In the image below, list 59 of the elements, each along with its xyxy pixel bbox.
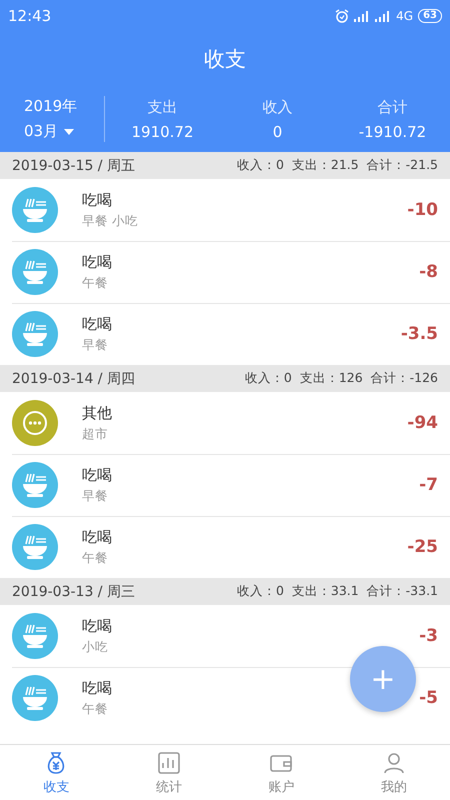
signal-icon — [375, 10, 392, 22]
day-date: 2019-03-14 / 周四 — [12, 370, 135, 388]
entry-amount: -5 — [419, 688, 438, 708]
entry-amount: -3.5 — [400, 324, 438, 344]
signal-icon — [354, 10, 370, 22]
summary-value: 1910.72 — [131, 122, 194, 140]
bowl-icon — [12, 524, 58, 570]
day-date: 2019-03-13 / 周三 — [12, 582, 135, 600]
entry-note: 小吃 — [82, 638, 108, 656]
category-name: 吃喝 — [82, 252, 112, 272]
nav-tab[interactable]: 收支 — [0, 745, 112, 800]
category-name: 其他 — [82, 404, 112, 422]
entry-note: 午餐 — [82, 700, 108, 718]
entry-amount: -7 — [419, 475, 438, 495]
entry-note: 午餐 — [82, 274, 108, 292]
summary-value: -1910.72 — [358, 122, 426, 140]
bowl-icon — [12, 249, 58, 295]
bowl-icon — [12, 187, 58, 233]
bowl-icon — [12, 311, 58, 357]
status-time: 12:43 — [8, 7, 52, 25]
month-label[interactable]: 03月 — [24, 122, 58, 141]
day-totals: 收入：0 支出：126 合计：-126 — [244, 370, 438, 387]
nav-tab[interactable]: 统计 — [112, 745, 225, 800]
entry-amount: -94 — [407, 413, 438, 433]
more-icon — [12, 400, 58, 446]
bowl-icon — [12, 613, 58, 659]
nav-tab[interactable]: 账户 — [225, 745, 338, 800]
bowl-icon — [12, 675, 58, 721]
category-name: 吃喝 — [82, 314, 112, 334]
day-date: 2019-03-15 / 周五 — [12, 156, 135, 174]
network-type: 4G — [396, 9, 414, 23]
summary-value: 0 — [272, 122, 282, 140]
battery-level: 63 — [418, 9, 442, 23]
category-name: 吃喝 — [82, 616, 112, 636]
entry-amount: -3 — [419, 626, 438, 646]
day-totals: 收入：0 支出：33.1 合计：-33.1 — [236, 583, 438, 600]
alarm-icon — [335, 9, 350, 23]
entry-amount: -8 — [419, 262, 438, 282]
nav-tab[interactable]: 我的 — [338, 745, 450, 800]
summary-label: 收入 — [262, 98, 292, 116]
category-name: 吃喝 — [82, 466, 112, 484]
entry-note: 超市 — [82, 426, 108, 442]
entry-amount: -25 — [407, 537, 438, 557]
entry-note: 午餐 — [82, 550, 108, 566]
category-name: 吃喝 — [82, 678, 112, 698]
entry-note: 早餐 小吃 — [82, 212, 138, 230]
entry-note: 早餐 — [82, 336, 108, 354]
entry-note: 早餐 — [82, 488, 108, 504]
summary-label: 合计 — [378, 98, 408, 116]
year-label[interactable]: 2019年 — [24, 97, 78, 116]
page-title: 收支 — [204, 46, 246, 73]
chart-icon — [156, 750, 182, 776]
day-totals: 收入：0 支出：21.5 合计：-21.5 — [236, 157, 438, 174]
summary-label: 支出 — [148, 98, 178, 116]
dropdown-caret-icon[interactable] — [64, 128, 74, 134]
category-name: 吃喝 — [82, 528, 112, 546]
bowl-icon — [12, 462, 58, 508]
entry-amount: -10 — [407, 200, 438, 220]
category-name: 吃喝 — [82, 190, 112, 210]
